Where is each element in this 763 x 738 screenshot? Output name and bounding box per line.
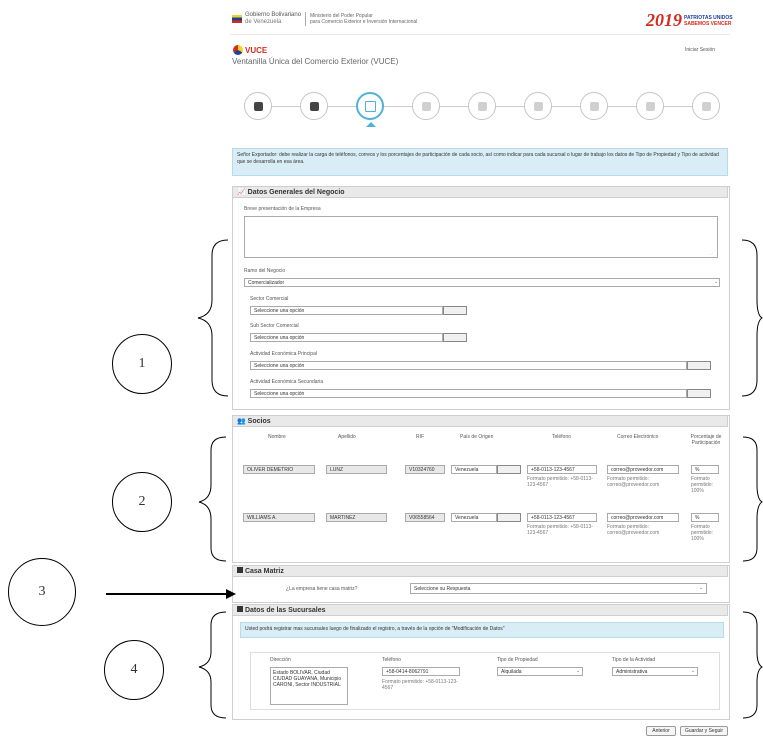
annotation-1: 1 <box>112 334 172 394</box>
annotation-2: 2 <box>112 472 172 532</box>
bracket-4-left <box>198 611 227 719</box>
bracket-1-right <box>741 239 763 397</box>
arrow-3-head <box>226 589 236 599</box>
bracket-2-left <box>198 436 227 562</box>
bracket-4-right <box>742 611 763 719</box>
bracket-1-left <box>197 239 229 397</box>
bracket-2-right <box>742 436 763 562</box>
annotation-3: 3 <box>8 558 76 626</box>
annotation-4: 4 <box>104 640 164 700</box>
